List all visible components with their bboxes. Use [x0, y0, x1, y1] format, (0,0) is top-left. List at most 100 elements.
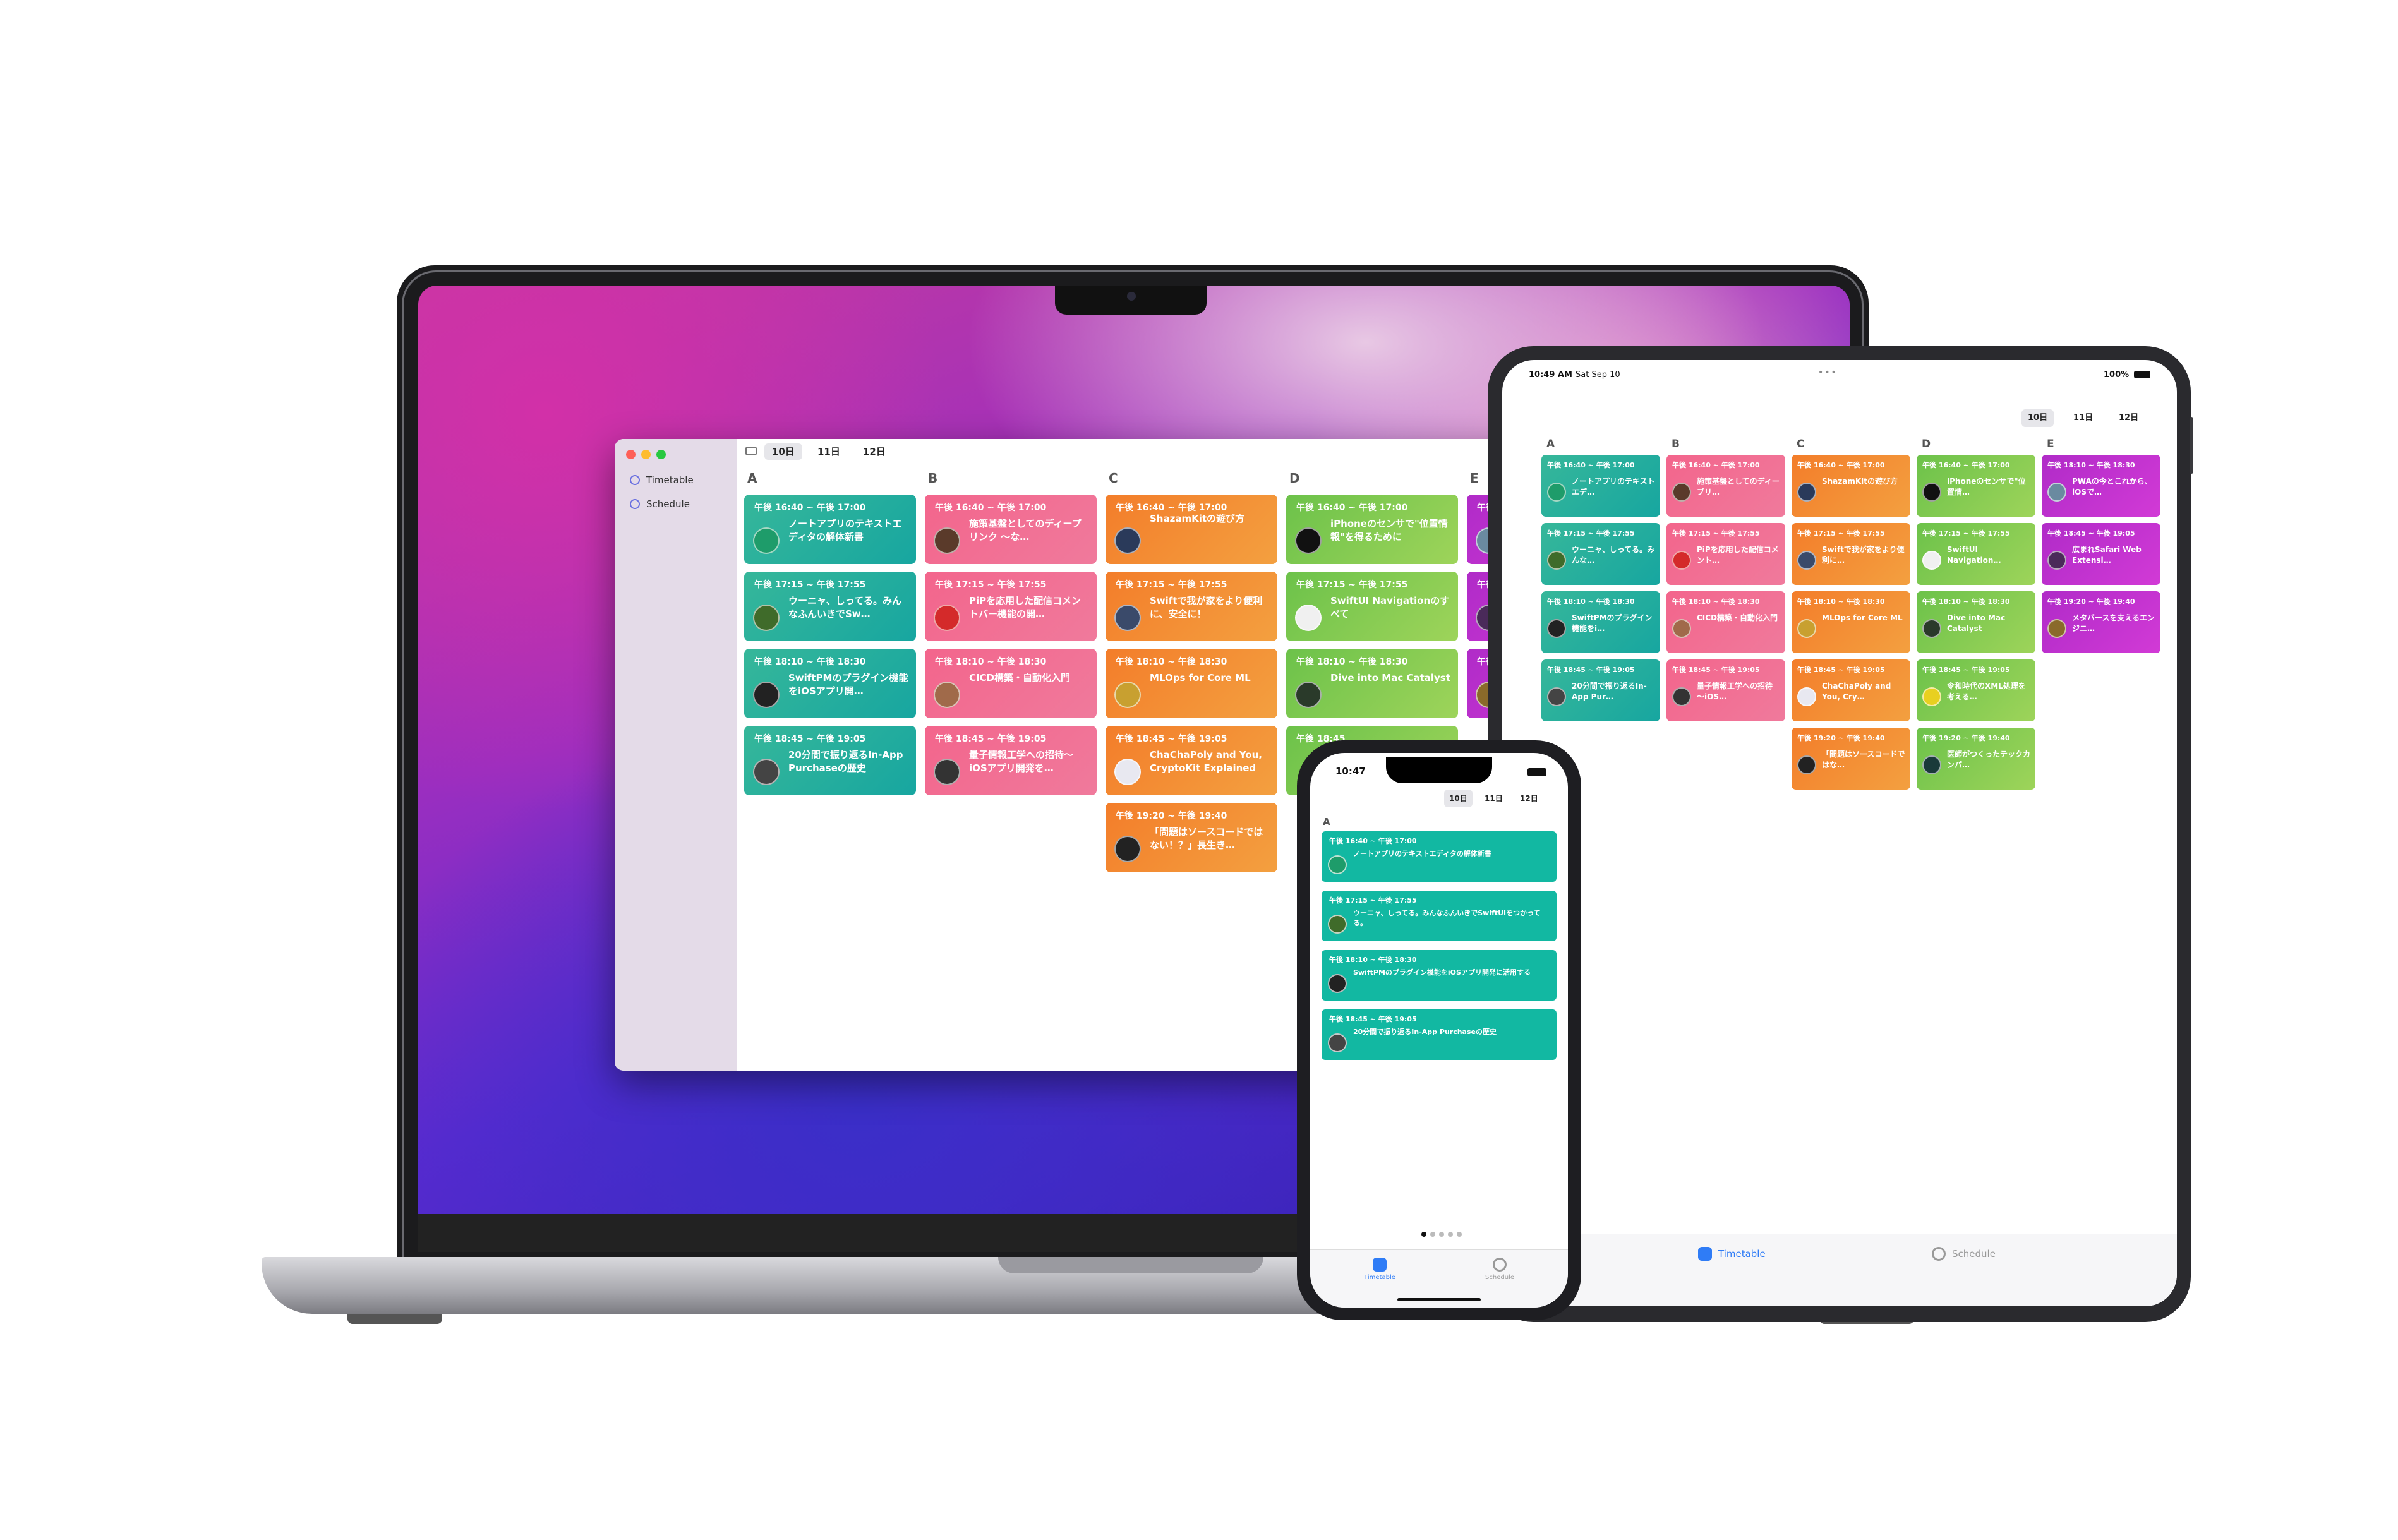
- tab-bar: Timetable Schedule: [1502, 1234, 2177, 1306]
- session-card[interactable]: 午後 18:10 ~ 午後 18:30 MLOps for Core ML: [1792, 591, 1910, 653]
- session-time: 午後 16:40 ~ 午後 17:00: [1797, 461, 1885, 469]
- sidebar-toggle-icon[interactable]: [745, 447, 757, 455]
- session-card[interactable]: 午後 18:10 ~ 午後 18:30 PWAの今とこれから、iOSで…: [2042, 455, 2160, 517]
- session-card[interactable]: 午後 17:15 ~ 午後 17:55 PiPを応用した配信コメント…: [1666, 523, 1785, 585]
- session-title: 20分間で振り返るIn-App Pur…: [1572, 682, 1647, 701]
- session-time: 午後 18:10 ~ 午後 18:30: [1116, 657, 1227, 667]
- session-card[interactable]: 午後 18:45 ~ 午後 19:05 20分間で振り返るIn-App Purc…: [1322, 1009, 1557, 1060]
- tab-timetable[interactable]: Timetable: [1698, 1247, 1766, 1261]
- session-card[interactable]: 午後 18:10 ~ 午後 18:30 Dive into Mac Cataly…: [1917, 591, 2035, 653]
- speaker-avatar: [1922, 551, 1941, 570]
- session-card[interactable]: 午後 16:40 ~ 午後 17:00 iPhoneのセンサで"位置情報"を得る…: [1286, 495, 1458, 564]
- status-time: 10:47: [1335, 766, 1366, 777]
- session-card[interactable]: 午後 16:40 ~ 午後 17:00 iPhoneのセンサで"位置情…: [1917, 455, 2035, 517]
- session-title: MLOps for Core ML: [1822, 613, 1903, 622]
- tab-schedule[interactable]: Schedule: [1932, 1247, 1996, 1261]
- session-time: 午後 19:20 ~ 午後 19:40: [1797, 734, 1885, 742]
- session-card[interactable]: 午後 19:20 ~ 午後 19:40 「問題はソースコードではない！？」長生き…: [1106, 803, 1277, 872]
- day-tab-11[interactable]: 11日: [2067, 409, 2099, 427]
- page-indicator-dot[interactable]: [1448, 1232, 1453, 1237]
- day-tab-10[interactable]: 10日: [764, 443, 802, 460]
- session-card[interactable]: 午後 18:45 ~ 午後 19:05 ChaChaPoly and You, …: [1792, 659, 1910, 721]
- column-header-e: E: [2047, 438, 2054, 450]
- speaker-avatar: [753, 527, 780, 554]
- column-header-d: D: [1289, 471, 1300, 486]
- session-card[interactable]: 午後 16:40 ~ 午後 17:00 施策基盤としてのディープリンク 〜な…: [925, 495, 1097, 564]
- session-card[interactable]: 午後 17:15 ~ 午後 17:55 ウーニャ、しってる。みんな…: [1541, 523, 1660, 585]
- battery-icon: [2134, 371, 2150, 378]
- schedule-icon: [1932, 1247, 1946, 1261]
- session-card[interactable]: 午後 16:40 ~ 午後 17:00 ノートアプリのテキストエディタの解体新書: [1322, 831, 1557, 882]
- session-card[interactable]: 午後 17:15 ~ 午後 17:55 Swiftで我が家をより便利に…: [1792, 523, 1910, 585]
- column-header-c: C: [1109, 471, 1118, 486]
- column-header-d: D: [1922, 438, 1931, 450]
- session-title: iPhoneのセンサで"位置情…: [1947, 477, 2026, 496]
- page-indicator-dot[interactable]: [1457, 1232, 1462, 1237]
- session-card[interactable]: 午後 18:45 ~ 午後 19:05 量子情報工学への招待〜iOSアプリ開発を…: [925, 726, 1097, 795]
- session-title: ノートアプリのテキストエディタの解体新書: [1353, 850, 1491, 858]
- session-card[interactable]: 午後 17:15 ~ 午後 17:55 PiPを応用した配信コメントバー機能の開…: [925, 572, 1097, 641]
- session-card[interactable]: 午後 19:20 ~ 午後 19:40 医師がつくったテックカンパ…: [1917, 728, 2035, 790]
- session-card[interactable]: 午後 17:15 ~ 午後 17:55 ウーニャ、しってる。みんなふんいきでSw…: [744, 572, 916, 641]
- day-tab-12[interactable]: 12日: [2112, 409, 2145, 427]
- speaker-avatar: [1672, 551, 1691, 570]
- session-time: 午後 18:45 ~ 午後 19:05: [1922, 666, 2010, 674]
- speaker-avatar: [1922, 687, 1941, 706]
- session-title: ノートアプリのテキストエデ…: [1572, 477, 1655, 496]
- tab-timetable[interactable]: Timetable: [1354, 1258, 1405, 1281]
- sidebar-item-timetable[interactable]: Timetable: [630, 474, 694, 486]
- session-card[interactable]: 午後 19:20 ~ 午後 19:40 メタバースを支えるエンジニ…: [2042, 591, 2160, 653]
- speaker-avatar: [934, 527, 960, 554]
- day-tab-10[interactable]: 10日: [2021, 409, 2054, 427]
- session-card[interactable]: 午後 18:10 ~ 午後 18:30 Dive into Mac Cataly…: [1286, 649, 1458, 718]
- session-time: 午後 19:20 ~ 午後 19:40: [1116, 811, 1227, 821]
- session-card[interactable]: 午後 16:40 ~ 午後 17:00 施策基盤としてのディープリ…: [1666, 455, 1785, 517]
- day-tab-12[interactable]: 12日: [855, 443, 893, 460]
- session-card[interactable]: 午後 18:45 ~ 午後 19:05 20分間で振り返るIn-App Pur…: [1541, 659, 1660, 721]
- session-time: 午後 19:20 ~ 午後 19:40: [1922, 734, 2010, 742]
- session-time: 午後 16:40 ~ 午後 17:00: [754, 503, 866, 513]
- session-card[interactable]: 午後 16:40 ~ 午後 17:00 ノートアプリのテキストエデ…: [1541, 455, 1660, 517]
- session-card[interactable]: 午後 18:45 ~ 午後 19:05 令和時代のXML処理を考える…: [1917, 659, 2035, 721]
- session-card[interactable]: 午後 18:45 ~ 午後 19:05 ChaChaPoly and You, …: [1106, 726, 1277, 795]
- sidebar-item-label: Timetable: [646, 474, 694, 486]
- sidebar-item-schedule[interactable]: Schedule: [630, 498, 690, 510]
- minimize-window-button[interactable]: [641, 450, 651, 459]
- session-card[interactable]: 午後 17:15 ~ 午後 17:55 ウーニャ、しってる。みんなふんいきでSw…: [1322, 891, 1557, 941]
- session-card[interactable]: 午後 18:45 ~ 午後 19:05 20分間で振り返るIn-App Purc…: [744, 726, 916, 795]
- session-card[interactable]: 午後 16:40 ~ 午後 17:00 ShazamKitの遊び方: [1792, 455, 1910, 517]
- speaker-avatar: [1328, 915, 1347, 934]
- home-indicator[interactable]: [1397, 1298, 1481, 1301]
- page-indicator-dot[interactable]: [1421, 1232, 1426, 1237]
- tab-schedule[interactable]: Schedule: [1474, 1258, 1525, 1281]
- session-card[interactable]: 午後 17:15 ~ 午後 17:55 SwiftUI Navigation…: [1917, 523, 2035, 585]
- session-card[interactable]: 午後 18:10 ~ 午後 18:30 SwiftPMのプラグイン機能をi…: [1541, 591, 1660, 653]
- zoom-window-button[interactable]: [656, 450, 666, 459]
- session-card[interactable]: 午後 16:40 ~ 午後 17:00 ShazamKitの遊び方: [1106, 495, 1277, 564]
- close-window-button[interactable]: [626, 450, 636, 459]
- session-time: 午後 18:45 ~ 午後 19:05: [935, 734, 1047, 744]
- session-card[interactable]: 午後 18:10 ~ 午後 18:30 CICD構築・自動化入門: [1666, 591, 1785, 653]
- speaker-avatar: [753, 682, 780, 708]
- session-card[interactable]: 午後 17:15 ~ 午後 17:55 Swiftで我が家をより便利に、安全に！: [1106, 572, 1277, 641]
- speaker-avatar: [1672, 687, 1691, 706]
- day-tab-11[interactable]: 11日: [810, 443, 848, 460]
- session-card[interactable]: 午後 18:10 ~ 午後 18:30 SwiftPMのプラグイン機能をiOSア…: [1322, 950, 1557, 1001]
- session-card[interactable]: 午後 18:10 ~ 午後 18:30 MLOps for Core ML: [1106, 649, 1277, 718]
- page-indicator-dot[interactable]: [1430, 1232, 1435, 1237]
- session-card[interactable]: 午後 18:45 ~ 午後 19:05 広まれSafari Web Extens…: [2042, 523, 2160, 585]
- session-card[interactable]: 午後 18:45 ~ 午後 19:05 量子情報工学への招待 〜iOS…: [1666, 659, 1785, 721]
- session-card[interactable]: 午後 16:40 ~ 午後 17:00 ノートアプリのテキストエディタの解体新書: [744, 495, 916, 564]
- session-card[interactable]: 午後 18:10 ~ 午後 18:30 CICD構築・自動化入門: [925, 649, 1097, 718]
- session-card[interactable]: 午後 17:15 ~ 午後 17:55 SwiftUI Navigationのす…: [1286, 572, 1458, 641]
- dynamic-island: [1386, 757, 1492, 783]
- day-tab-10[interactable]: 10日: [1444, 790, 1473, 807]
- day-tab-11[interactable]: 11日: [1479, 790, 1508, 807]
- day-tab-12[interactable]: 12日: [1515, 790, 1543, 807]
- page-indicator-dot[interactable]: [1439, 1232, 1444, 1237]
- multitasking-dots-icon[interactable]: •••: [1818, 368, 1838, 378]
- session-card[interactable]: 午後 18:10 ~ 午後 18:30 SwiftPMのプラグイン機能をiOSア…: [744, 649, 916, 718]
- session-card[interactable]: 午後 19:20 ~ 午後 19:40 「問題はソースコードではな…: [1792, 728, 1910, 790]
- session-title: Swiftで我が家をより便利に、安全に！: [1150, 595, 1263, 620]
- ipad-screen: 10:49 AM Sat Sep 10 ••• 100% 10日 11日 12日…: [1502, 360, 2177, 1306]
